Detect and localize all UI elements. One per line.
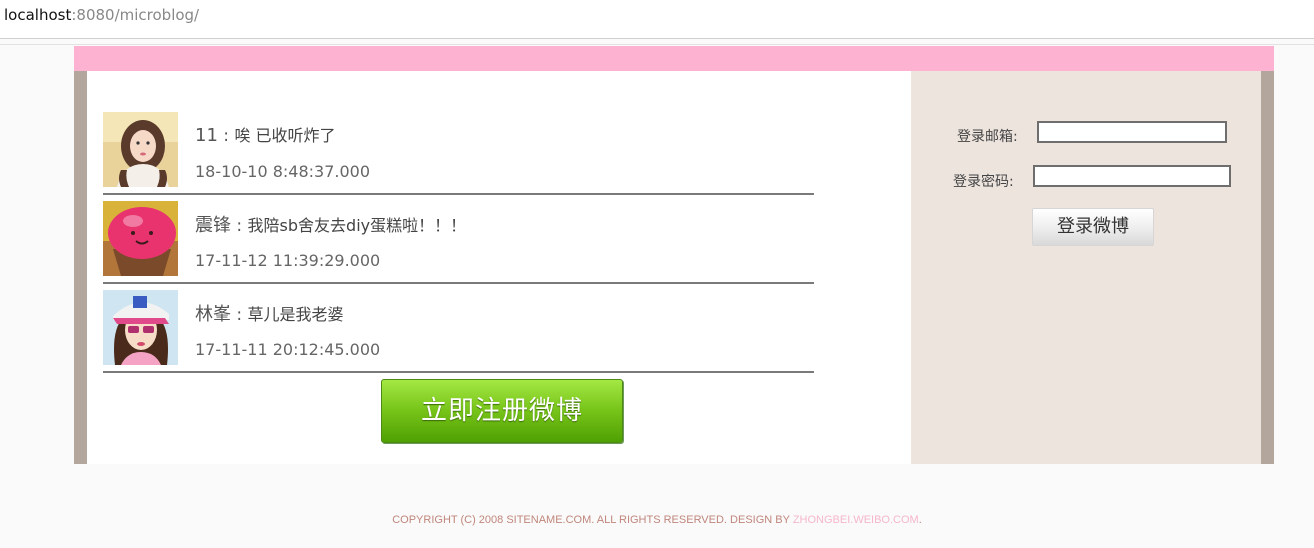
post-item: 林峯 : 草儿是我老婆 17-11-11 20:12:45.000 [103, 290, 814, 373]
post-author[interactable]: 震锋 [195, 215, 231, 236]
post-separator: : [217, 126, 235, 146]
post-item: 震锋 : 我陪sb舍友去diy蛋糕啦！！！ 17-11-12 11:39:29.… [103, 201, 814, 284]
girl-photo-avatar[interactable] [103, 112, 178, 187]
post-line: 震锋 : 我陪sb舍友去diy蛋糕啦！！！ [195, 211, 466, 237]
post-feed: 11 : 唉 已收听炸了 18-10-10 8:48:37.000 震锋 : 我… [87, 71, 911, 464]
browser-address-bar[interactable]: localhost:8080/microblog/ [0, 0, 1314, 39]
post-separator: : [231, 305, 248, 325]
pink-cupcake-avatar[interactable] [103, 201, 178, 276]
post-content: 我陪sb舍友去diy蛋糕啦！！！ [247, 216, 467, 235]
post-content: 草儿是我老婆 [247, 305, 344, 324]
post-timestamp: 17-11-11 20:12:45.000 [195, 340, 381, 359]
login-button[interactable]: 登录微博 [1032, 208, 1154, 246]
post-timestamp: 17-11-12 11:39:29.000 [195, 251, 381, 270]
post-separator: : [231, 216, 248, 236]
email-field[interactable] [1037, 121, 1227, 143]
password-label: 登录密码: [953, 174, 1014, 190]
url-text[interactable]: localhost:8080/microblog/ [4, 6, 199, 24]
post-line: 11 : 唉 已收听炸了 [195, 122, 336, 146]
post-content: 唉 已收听炸了 [234, 126, 336, 145]
url-host: localhost [4, 6, 72, 24]
post-line: 林峯 : 草儿是我老婆 [195, 300, 344, 326]
post-author[interactable]: 林峯 [195, 304, 231, 325]
post-author[interactable]: 11 [195, 125, 218, 146]
post-item: 11 : 唉 已收听炸了 18-10-10 8:48:37.000 [103, 112, 814, 195]
password-field[interactable] [1033, 165, 1231, 187]
register-button[interactable]: 立即注册微博 [381, 379, 623, 443]
cartoon-girl-avatar[interactable] [103, 290, 178, 365]
login-panel: 登录邮箱: 登录密码: 登录微博 [911, 71, 1261, 464]
post-timestamp: 18-10-10 8:48:37.000 [195, 162, 371, 181]
footer-period: . [918, 514, 922, 526]
copyright-text: COPYRIGHT (C) 2008 SITENAME.COM. ALL RIG… [392, 514, 793, 526]
url-path: :8080/microblog/ [71, 6, 200, 24]
header-pink-bar [74, 46, 1274, 71]
footer: COPYRIGHT (C) 2008 SITENAME.COM. ALL RIG… [0, 514, 1314, 526]
divider [0, 44, 1314, 45]
designer-link[interactable]: ZHONGBEI.WEIBO.COM [793, 514, 919, 526]
email-label: 登录邮箱: [957, 129, 1018, 145]
